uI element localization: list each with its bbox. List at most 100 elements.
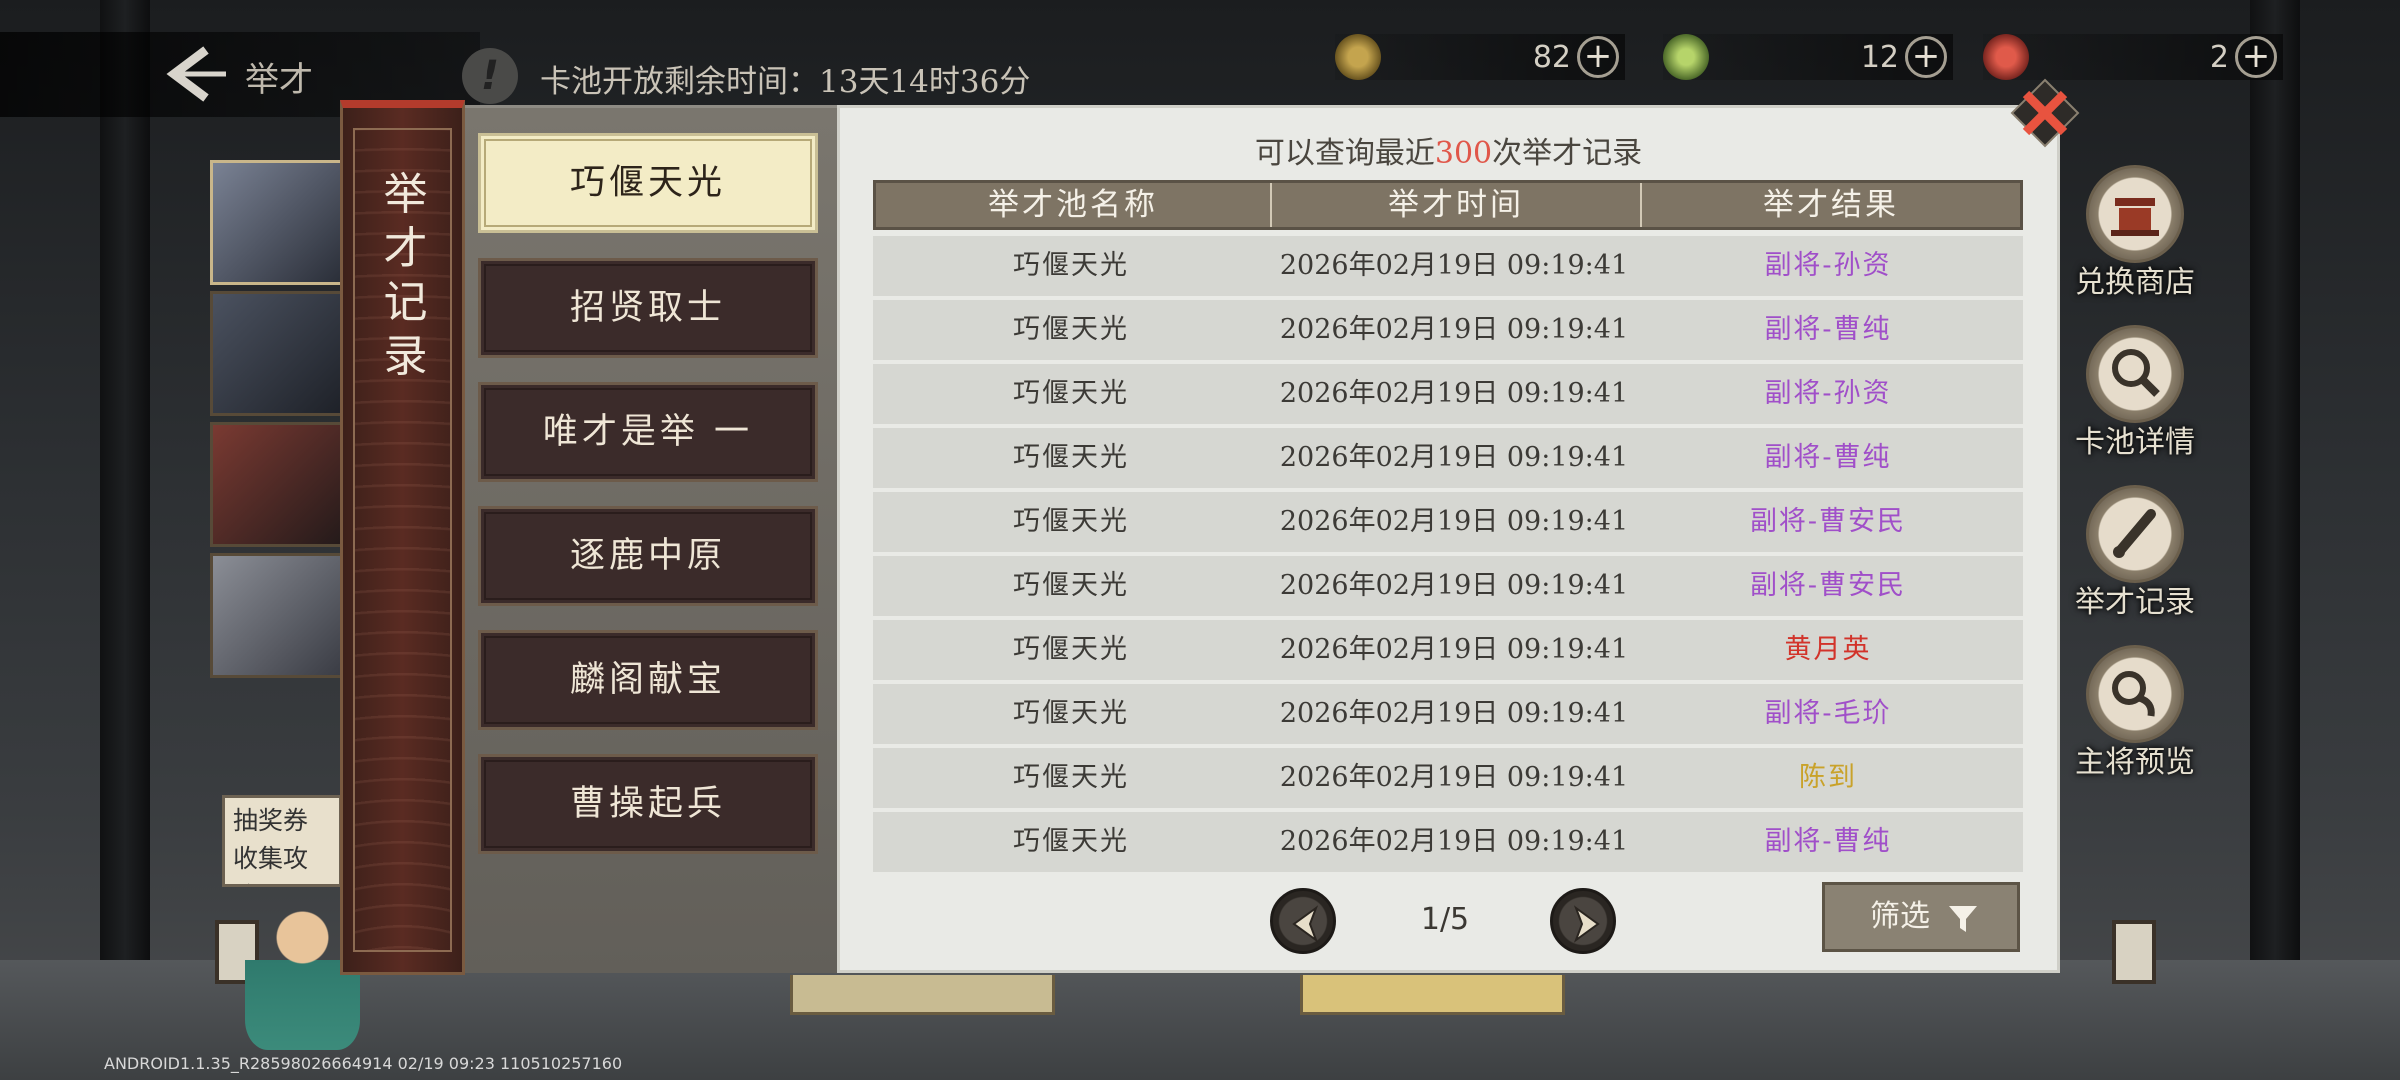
dialog-title-char: 举 [383, 169, 428, 220]
cell-pool-name: 巧偃天光 [1013, 506, 1129, 537]
tab-pool-linge[interactable]: 麟阁献宝 [478, 630, 818, 730]
draw-once-button[interactable] [790, 975, 1055, 1015]
dialog-title-char: 才 [383, 223, 428, 274]
side-item-exchange-shop[interactable]: 兑换商店 [2060, 165, 2210, 325]
shop-icon [2086, 165, 2184, 263]
table-row: 巧偃天光 2026年02月19日 09:19:41 副将-曹纯 [873, 812, 2023, 872]
records-table-body: 巧偃天光 2026年02月19日 09:19:41 副将-孙资 巧偃天光 2026年02… [873, 236, 2023, 876]
hero-portrait-list [210, 160, 345, 684]
cell-pool-name: 巧偃天光 [1013, 698, 1129, 729]
cell-pool-name: 巧偃天光 [1013, 634, 1129, 665]
next-page-button[interactable] [1550, 888, 1616, 954]
cell-recruit-result: 副将-孙资 [1764, 250, 1892, 281]
cell-recruit-result: 副将-孙资 [1764, 378, 1892, 409]
hint-prefix: 可以查询最近 [1254, 136, 1435, 171]
background-pillar [100, 0, 150, 1080]
cell-pool-name: 巧偃天光 [1013, 250, 1129, 281]
hero-portrait[interactable] [210, 553, 345, 678]
hint-suffix: 次举才记录 [1492, 136, 1643, 171]
side-item-recruit-records[interactable]: 举才记录 [2060, 485, 2210, 645]
coupon-guide-text: 抽奖券收集攻略 [233, 806, 309, 884]
cell-recruit-result: 副将-曹纯 [1764, 826, 1892, 857]
dialog-title-char: 录 [383, 331, 428, 382]
draw-ten-button[interactable] [1300, 975, 1565, 1015]
cell-recruit-time: 2026年02月19日 09:19:41 [1279, 314, 1629, 345]
hero-portrait[interactable] [210, 422, 345, 547]
add-currency-button[interactable]: + [1905, 36, 1947, 78]
dialog-title-char: 记 [383, 277, 428, 328]
dialog-title-strip: 举 才 记 录 [340, 100, 465, 975]
brush-icon [2086, 485, 2184, 583]
cell-recruit-result: 陈到 [1799, 762, 1857, 793]
cell-pool-name: 巧偃天光 [1013, 826, 1129, 857]
back-arrow-icon[interactable] [160, 44, 230, 104]
side-menu: 兑换商店 卡池详情 举才记录 主将预览 [2060, 165, 2210, 805]
magnifier-icon [2086, 325, 2184, 423]
table-row: 巧偃天光 2026年02月19日 09:19:41 副将-孙资 [873, 236, 2023, 296]
build-info-text: ANDROID1.1.35_R28598026664914 02/19 09:2… [104, 1054, 623, 1073]
previous-page-button[interactable] [1270, 888, 1336, 954]
table-row: 巧偃天光 2026年02月19日 09:19:41 黄月英 [873, 620, 2023, 680]
cell-recruit-time: 2026年02月19日 09:19:41 [1279, 442, 1629, 473]
pool-timer-text: 卡池开放剩余时间：13天14时36分 [540, 64, 1031, 100]
currency-value: 82 [1532, 40, 1571, 75]
cell-recruit-time: 2026年02月19日 09:19:41 [1279, 698, 1629, 729]
cell-pool-name: 巧偃天光 [1013, 570, 1129, 601]
side-item-pool-details[interactable]: 卡池详情 [2060, 325, 2210, 485]
cell-recruit-time: 2026年02月19日 09:19:41 [1279, 826, 1629, 857]
page-title: 举才 [245, 60, 313, 100]
info-icon[interactable]: ! [462, 48, 518, 104]
add-currency-button[interactable]: + [1577, 36, 1619, 78]
column-header-pool: 举才池名称 [876, 183, 1272, 227]
arrow-left-icon [1292, 905, 1319, 943]
records-hint: 可以查询最近300次举才记录 [840, 128, 2057, 172]
funnel-icon [1949, 906, 1977, 932]
jade-icon [1663, 34, 1709, 80]
background-pillar [2250, 0, 2300, 1080]
cell-recruit-time: 2026年02月19日 09:19:41 [1279, 634, 1629, 665]
cell-recruit-result: 黄月英 [1784, 634, 1872, 665]
coupon-guide-card[interactable]: 抽奖券收集攻略 [222, 795, 342, 887]
table-row: 巧偃天光 2026年02月19日 09:19:41 副将-曹安民 [873, 492, 2023, 552]
cell-recruit-time: 2026年02月19日 09:19:41 [1279, 250, 1629, 281]
cell-pool-name: 巧偃天光 [1013, 762, 1129, 793]
hint-number: 300 [1434, 136, 1493, 171]
cell-recruit-time: 2026年02月19日 09:19:41 [1279, 570, 1629, 601]
side-item-general-preview[interactable]: 主将预览 [2060, 645, 2210, 805]
lantern-decoration [2112, 920, 2156, 984]
hero-portrait[interactable] [210, 291, 345, 416]
tab-pool-caocao[interactable]: 曹操起兵 [478, 754, 818, 854]
table-row: 巧偃天光 2026年02月19日 09:19:41 副将-孙资 [873, 364, 2023, 424]
hero-portrait[interactable] [210, 160, 345, 285]
column-header-result: 举才结果 [1763, 187, 1899, 223]
column-header-time: 举才时间 [1272, 183, 1642, 227]
currency-coin: 82 + [1335, 34, 1625, 80]
close-dialog-button[interactable] [2010, 78, 2080, 148]
currency-value: 2 [2209, 40, 2229, 75]
filter-button[interactable]: 筛选 [1822, 882, 2020, 952]
tab-pool-zhulu[interactable]: 逐鹿中原 [478, 506, 818, 606]
coin-icon [1335, 34, 1381, 80]
currency-value: 12 [1860, 40, 1899, 75]
close-icon [2010, 78, 2080, 148]
arrow-right-icon [1573, 905, 1600, 943]
cell-recruit-result: 副将-毛玠 [1764, 698, 1892, 729]
cell-recruit-time: 2026年02月19日 09:19:41 [1279, 506, 1629, 537]
table-row: 巧偃天光 2026年02月19日 09:19:41 副将-毛玠 [873, 684, 2023, 744]
cell-recruit-time: 2026年02月19日 09:19:41 [1279, 762, 1629, 793]
table-row: 巧偃天光 2026年02月19日 09:19:41 陈到 [873, 748, 2023, 808]
cell-pool-name: 巧偃天光 [1013, 378, 1129, 409]
cell-pool-name: 巧偃天光 [1013, 442, 1129, 473]
tab-pool-zhaoxian[interactable]: 招贤取士 [478, 258, 818, 358]
filter-label: 筛选 [1870, 899, 1930, 934]
page-indicator: 1/5 [1420, 902, 1470, 937]
pagination: 1/5 筛选 [840, 882, 2057, 958]
cell-recruit-result: 副将-曹安民 [1749, 570, 1907, 601]
table-row: 巧偃天光 2026年02月19日 09:19:41 副将-曹纯 [873, 428, 2023, 488]
preview-icon [2086, 645, 2184, 743]
tab-pool-weicai[interactable]: 唯才是举 一 [478, 382, 818, 482]
cell-pool-name: 巧偃天光 [1013, 314, 1129, 345]
add-currency-button[interactable]: + [2235, 36, 2277, 78]
dialog-title: 举 才 记 录 [343, 168, 468, 384]
tab-pool-qiaoyan[interactable]: 巧偃天光 [478, 133, 818, 233]
